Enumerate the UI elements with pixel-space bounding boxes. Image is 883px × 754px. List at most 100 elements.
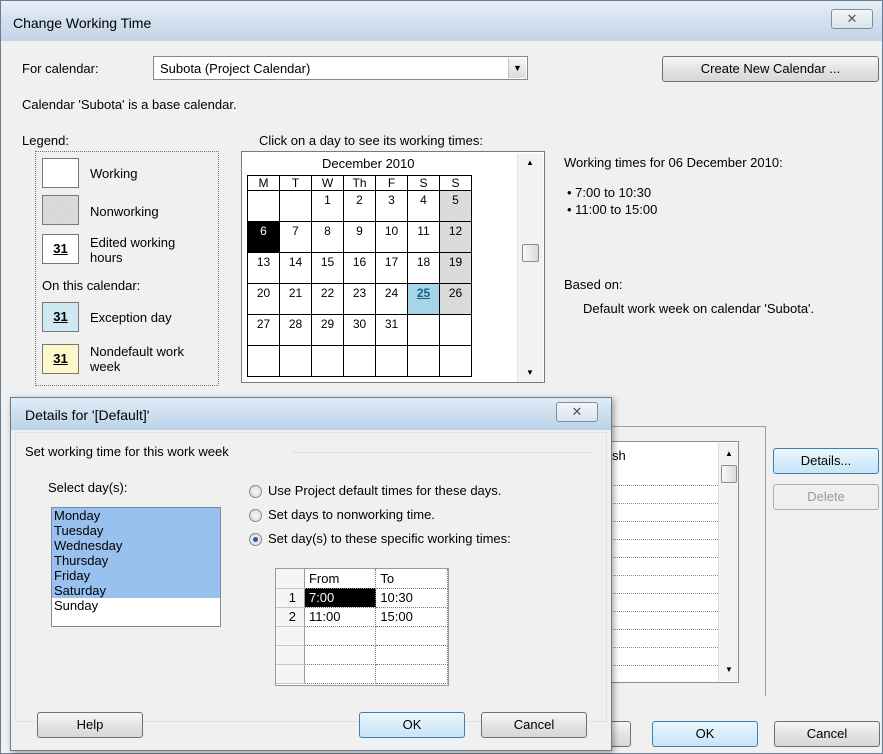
calendar-day[interactable]: 10 (375, 221, 408, 253)
scroll-down-icon[interactable]: ▼ (725, 665, 733, 674)
to-cell[interactable] (375, 626, 448, 646)
list-row[interactable] (600, 558, 718, 576)
radio-specific-times[interactable] (249, 533, 262, 546)
calendar-day[interactable]: 13 (247, 252, 280, 284)
delete-button[interactable]: Delete (773, 484, 879, 510)
calendar-day[interactable]: 5 (439, 190, 472, 222)
radio-use-default[interactable] (249, 485, 262, 498)
days-listbox[interactable]: Monday Tuesday Wednesday Thursday Friday Satu… (51, 507, 221, 627)
calendar-day[interactable]: 30 (343, 314, 376, 346)
calendar-day[interactable]: 31 (375, 314, 408, 346)
calendar-day[interactable] (247, 190, 280, 222)
list-row[interactable] (600, 594, 718, 612)
from-cell[interactable] (304, 626, 377, 646)
ok-button[interactable]: OK (652, 721, 758, 747)
calendar-day[interactable] (311, 345, 344, 377)
radio-nonworking[interactable] (249, 509, 262, 522)
calendar-day[interactable]: 27 (247, 314, 280, 346)
calendar-day[interactable]: 20 (247, 283, 280, 315)
calendar-day[interactable] (279, 345, 312, 377)
calendar-day[interactable]: 12 (439, 221, 472, 253)
calendar-day[interactable]: 16 (343, 252, 376, 284)
day-option[interactable]: Sunday (52, 598, 220, 613)
day-option[interactable]: Thursday (52, 553, 220, 568)
list-scroll-thumb[interactable] (721, 465, 737, 483)
list-row[interactable] (600, 630, 718, 648)
day-option[interactable]: Wednesday (52, 538, 220, 553)
calendar-day[interactable]: 25 (407, 283, 440, 315)
details-button[interactable]: Details... (773, 448, 879, 474)
calendar-scrollbar[interactable]: ▲ ▼ (517, 154, 543, 382)
to-cell[interactable]: 15:00 (375, 607, 448, 627)
close-icon[interactable]: ✕ (831, 9, 873, 29)
to-cell[interactable] (375, 664, 448, 684)
list-row[interactable] (600, 486, 718, 504)
calendar-day[interactable]: 18 (407, 252, 440, 284)
calendar-day[interactable]: 22 (311, 283, 344, 315)
calendar-day[interactable]: 4 (407, 190, 440, 222)
calendar-day[interactable]: 15 (311, 252, 344, 284)
radio-nonworking-label[interactable]: Set days to nonworking time. (268, 507, 435, 522)
calendar-day[interactable]: 9 (343, 221, 376, 253)
work-weeks-list[interactable]: sh ▲ ▼ (599, 441, 739, 683)
calendar-day[interactable] (439, 314, 472, 346)
radio-use-default-label[interactable]: Use Project default times for these days… (268, 483, 501, 498)
calendar-day[interactable]: 8 (311, 221, 344, 253)
calendar-day[interactable]: 1 (311, 190, 344, 222)
details-ok-button[interactable]: OK (359, 712, 465, 738)
calendar-day[interactable] (247, 345, 280, 377)
calendar-day[interactable]: 26 (439, 283, 472, 315)
calendar-day[interactable] (279, 190, 312, 222)
cancel-button[interactable]: Cancel (774, 721, 880, 747)
day-option[interactable]: Monday (52, 508, 220, 523)
calendar-select[interactable]: Subota (Project Calendar) ▼ (153, 56, 528, 80)
calendar-day[interactable]: 2 (343, 190, 376, 222)
day-option[interactable]: Tuesday (52, 523, 220, 538)
from-cell[interactable]: 11:00 (304, 607, 377, 627)
list-row[interactable] (600, 648, 718, 666)
scroll-up-icon[interactable]: ▲ (526, 158, 534, 167)
list-row[interactable] (600, 612, 718, 630)
calendar-day[interactable] (407, 345, 440, 377)
create-new-calendar-button[interactable]: Create New Calendar ... (662, 56, 879, 82)
chevron-down-icon[interactable]: ▼ (508, 58, 526, 78)
to-cell[interactable]: 10:30 (375, 588, 448, 608)
calendar-day[interactable]: 21 (279, 283, 312, 315)
calendar-day[interactable]: 14 (279, 252, 312, 284)
month-calendar[interactable]: December 2010 M T W Th F S S 1 2 3 4 5 6 7 8 9 10 11 12 13… (241, 151, 545, 383)
calendar-day[interactable] (375, 345, 408, 377)
calendar-grid[interactable]: M T W Th F S S 1 2 3 4 5 6 7 8 9 10 11 12 13 14 15 16 17 18 19 20… (247, 175, 472, 377)
details-cancel-button[interactable]: Cancel (481, 712, 587, 738)
calendar-day[interactable]: 11 (407, 221, 440, 253)
calendar-day[interactable]: 24 (375, 283, 408, 315)
calendar-scroll-thumb[interactable] (522, 244, 539, 262)
calendar-day[interactable]: 28 (279, 314, 312, 346)
calendar-day[interactable]: 17 (375, 252, 408, 284)
radio-specific-times-label[interactable]: Set day(s) to these specific working tim… (268, 531, 511, 546)
working-times-grid[interactable]: From To 1 7:00 10:30 2 11:00 15:00 (275, 568, 449, 686)
list-row[interactable] (600, 468, 718, 486)
list-row[interactable] (600, 504, 718, 522)
to-cell[interactable] (375, 645, 448, 665)
scroll-down-icon[interactable]: ▼ (526, 368, 534, 377)
calendar-day[interactable]: 7 (279, 221, 312, 253)
calendar-day[interactable] (343, 345, 376, 377)
calendar-day[interactable]: 3 (375, 190, 408, 222)
calendar-day[interactable]: 29 (311, 314, 344, 346)
list-row[interactable] (600, 576, 718, 594)
from-cell[interactable]: 7:00 (304, 588, 377, 608)
calendar-day[interactable] (407, 314, 440, 346)
calendar-day[interactable] (439, 345, 472, 377)
calendar-day[interactable]: 6 (247, 221, 280, 253)
calendar-day[interactable]: 23 (343, 283, 376, 315)
close-icon[interactable]: ✕ (556, 402, 598, 422)
list-scrollbar[interactable]: ▲ ▼ (718, 443, 738, 681)
from-cell[interactable] (304, 645, 377, 665)
from-cell[interactable] (304, 664, 377, 684)
scroll-up-icon[interactable]: ▲ (725, 449, 733, 458)
help-button[interactable]: Help (37, 712, 143, 738)
calendar-day[interactable]: 19 (439, 252, 472, 284)
day-option[interactable]: Saturday (52, 583, 220, 598)
day-option[interactable]: Friday (52, 568, 220, 583)
list-row[interactable] (600, 540, 718, 558)
